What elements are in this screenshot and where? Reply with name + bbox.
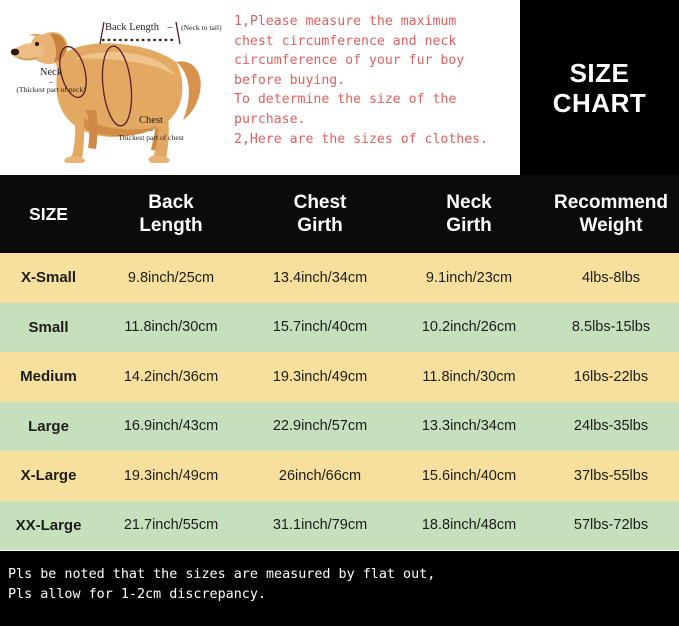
size-chart-title-block: SIZE CHART (520, 0, 679, 175)
table-row: Large 16.9inch/43cm 22.9inch/57cm 13.3in… (0, 401, 679, 451)
cell-size: X-Small (0, 253, 97, 303)
cell-back-length: 16.9inch/43cm (97, 401, 245, 451)
column-header-chest-girth: Chest Girth (245, 175, 395, 253)
cell-neck-girth: 18.8inch/48cm (395, 500, 543, 550)
dog-measurement-diagram: Back Length – (Neck to tail) Neck – (Thi… (0, 0, 228, 172)
instruction-line-6: purchase. (234, 111, 306, 127)
instruction-line-1: 1,Please measure the maximum (234, 14, 457, 29)
size-table: SIZE Back Length Chest Girth Neck Girth (0, 175, 679, 550)
cell-chest-girth: 22.9inch/57cm (245, 401, 395, 451)
cell-back-length: 14.2inch/36cm (97, 352, 245, 402)
cell-weight: 16lbs-22lbs (543, 352, 679, 402)
size-table-wrapper: SIZE Back Length Chest Girth Neck Girth (0, 175, 679, 551)
table-row: Medium 14.2inch/36cm 19.3inch/49cm 11.8i… (0, 352, 679, 402)
cell-chest-girth: 26inch/66cm (245, 451, 395, 501)
cell-size: Large (0, 401, 97, 451)
table-header-row: SIZE Back Length Chest Girth Neck Girth (0, 175, 679, 253)
cell-weight: 4lbs-8lbs (543, 253, 679, 303)
back-length-dash: – (167, 22, 173, 33)
footer-line-2: Pls allow for 1-2cm discrepancy. (8, 587, 266, 602)
cell-back-length: 21.7inch/55cm (97, 500, 245, 550)
cell-chest-girth: 31.1inch/79cm (245, 500, 395, 550)
title-line-size: SIZE (569, 57, 630, 88)
cell-size: Medium (0, 352, 97, 402)
cell-neck-girth: 15.6inch/40cm (395, 451, 543, 501)
dog-illustration (10, 32, 201, 163)
cell-back-length: 9.8inch/25cm (97, 253, 245, 303)
footer-line-1: Pls be noted that the sizes are measured… (8, 567, 436, 582)
cell-neck-girth: 13.3inch/34cm (395, 401, 543, 451)
cell-neck-girth: 11.8inch/30cm (395, 352, 543, 402)
chest-dash: – (149, 125, 153, 134)
cell-neck-girth: 10.2inch/26cm (395, 302, 543, 352)
cell-neck-girth: 9.1inch/23cm (395, 253, 543, 303)
chest-note: Thickest part of chest (118, 133, 184, 142)
column-header-recommend-weight: Recommend Weight (543, 175, 679, 253)
neck-dash: – (49, 77, 53, 86)
cell-back-length: 11.8inch/30cm (97, 302, 245, 352)
table-row: Small 11.8inch/30cm 15.7inch/40cm 10.2in… (0, 302, 679, 352)
back-length-note: (Neck to tail) (181, 23, 222, 32)
instruction-line-5: To determine the size of the (234, 92, 457, 108)
column-header-neck-girth: Neck Girth (395, 175, 543, 253)
table-row: X-Small 9.8inch/25cm 13.4inch/34cm 9.1in… (0, 253, 679, 303)
table-body: X-Small 9.8inch/25cm 13.4inch/34cm 9.1in… (0, 253, 679, 550)
cell-weight: 8.5lbs-15lbs (543, 302, 679, 352)
instruction-line-4: before buying. (234, 72, 346, 88)
table-row: XX-Large 21.7inch/55cm 31.1inch/79cm 18.… (0, 500, 679, 550)
neck-note: (Thickest part of neck) (16, 85, 86, 94)
column-header-back-length: Back Length (97, 175, 245, 253)
cell-back-length: 19.3inch/49cm (97, 451, 245, 501)
cell-weight: 24lbs-35lbs (543, 401, 679, 451)
cell-size: X-Large (0, 451, 97, 501)
table-row: X-Large 19.3inch/49cm 26inch/66cm 15.6in… (0, 451, 679, 501)
cell-size: XX-Large (0, 500, 97, 550)
column-header-size: SIZE (0, 175, 97, 253)
title-line-chart: CHART (552, 87, 647, 118)
cell-weight: 57lbs-72lbs (543, 500, 679, 550)
instructions-panel: 1,Please measure the maximum chest circu… (228, 0, 520, 172)
instruction-line-7: 2,Here are the sizes of clothes. (234, 131, 489, 147)
cell-chest-girth: 15.7inch/40cm (245, 302, 395, 352)
top-panel: Back Length – (Neck to tail) Neck – (Thi… (0, 0, 679, 175)
footer-note: Pls be noted that the sizes are measured… (0, 551, 679, 626)
instruction-line-2: chest circumference and neck (234, 33, 457, 49)
cell-chest-girth: 19.3inch/49cm (245, 352, 395, 402)
table-header: SIZE Back Length Chest Girth Neck Girth (0, 175, 679, 253)
back-length-label: Back Length (105, 22, 159, 33)
cell-size: Small (0, 302, 97, 352)
size-chart-page: Back Length – (Neck to tail) Neck – (Thi… (0, 0, 679, 626)
cell-chest-girth: 13.4inch/34cm (245, 253, 395, 303)
instruction-line-3: circumference of your fur boy (234, 53, 465, 69)
cell-weight: 37lbs-55lbs (543, 451, 679, 501)
